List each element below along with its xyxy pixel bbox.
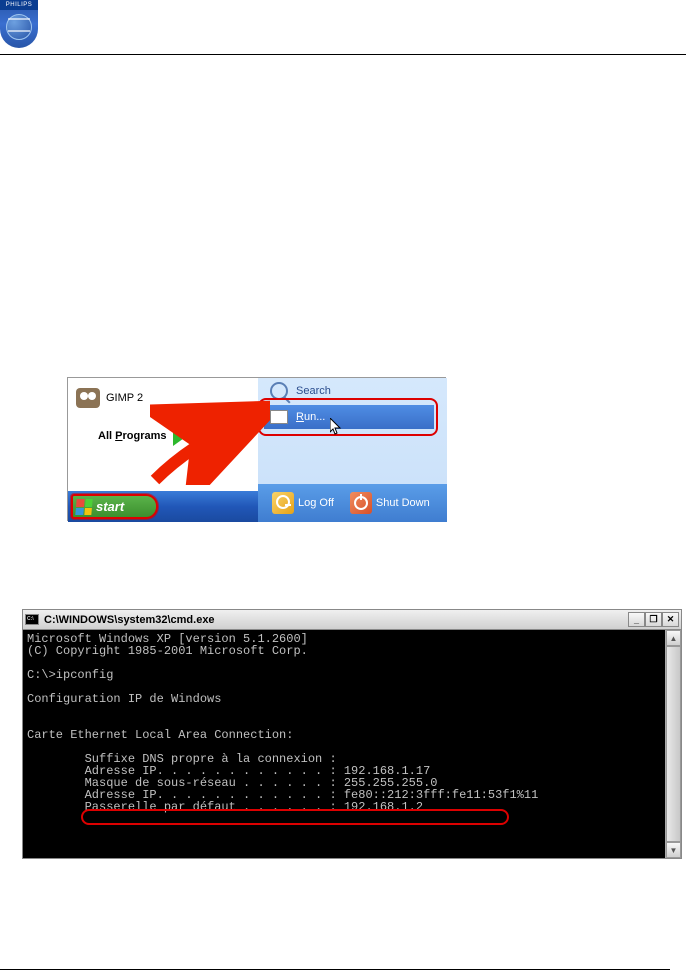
windows-logo-icon [75, 499, 92, 515]
cmd-body: Microsoft Windows XP [version 5.1.2600] … [23, 630, 681, 858]
taskbar: start [68, 491, 258, 522]
minimize-button[interactable]: _ [628, 612, 645, 627]
shutdown-icon [350, 492, 372, 514]
maximize-button[interactable]: ❐ [645, 612, 662, 627]
run-item[interactable]: Run... [264, 405, 434, 429]
start-menu-screenshot: GIMP 2 All Programs start Search [67, 377, 446, 521]
cmd-window: C:\WINDOWS\system32\cmd.exe _ ❐ ✕ Micros… [22, 609, 682, 859]
start-menu-bottom-bar: Log Off Shut Down [258, 484, 447, 522]
gimp-icon [76, 388, 100, 408]
cmd-titlebar[interactable]: C:\WINDOWS\system32\cmd.exe _ ❐ ✕ [23, 610, 681, 630]
gimp-label: GIMP 2 [106, 392, 143, 404]
scroll-down-button[interactable]: ▼ [666, 842, 681, 858]
all-programs-arrow-icon [173, 426, 187, 446]
logoff-item[interactable]: Log Off [298, 497, 334, 509]
close-button[interactable]: ✕ [662, 612, 679, 627]
start-menu-gimp-item[interactable]: GIMP 2 [76, 388, 143, 408]
start-menu-right-panel: Search Run... Log Off Shut Down [258, 378, 447, 522]
cmd-title-text: C:\WINDOWS\system32\cmd.exe [44, 614, 628, 626]
cmd-icon [25, 614, 39, 625]
scroll-thumb[interactable] [666, 646, 681, 842]
shutdown-item[interactable]: Shut Down [376, 497, 430, 509]
gateway-highlight-annotation [81, 809, 509, 825]
start-menu-left-panel: GIMP 2 All Programs start [68, 378, 258, 522]
logoff-icon [272, 492, 294, 514]
start-button[interactable]: start [71, 494, 158, 519]
footer-divider [0, 969, 670, 970]
cursor-icon [330, 418, 342, 436]
logo-brand-text: PHILIPS [0, 0, 38, 10]
document-header: PHILIPS [0, 0, 686, 55]
scroll-up-button[interactable]: ▲ [666, 630, 681, 646]
philips-logo: PHILIPS [0, 0, 38, 48]
run-icon [270, 410, 288, 424]
start-button-label: start [96, 499, 124, 514]
all-programs-item[interactable]: All Programs [98, 426, 187, 446]
cmd-scrollbar[interactable]: ▲ ▼ [665, 630, 681, 858]
